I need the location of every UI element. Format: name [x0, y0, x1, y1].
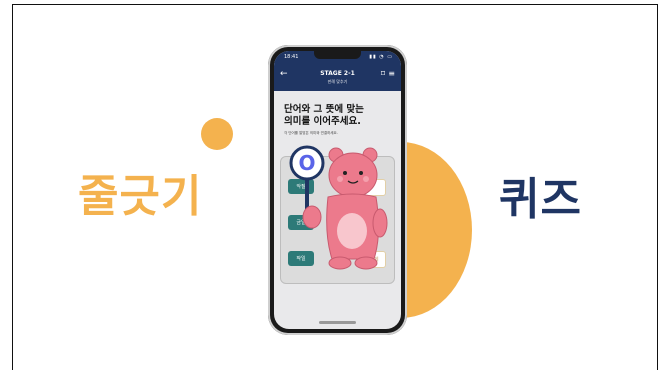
bear-arm-right — [372, 208, 388, 238]
bear-cheek-left — [337, 176, 343, 182]
question-line-1: 단어와 그 뜻에 맞는 — [284, 104, 364, 115]
bear-cheek-right — [363, 176, 369, 182]
bear-head — [328, 152, 378, 198]
bear-belly — [337, 213, 367, 249]
headline-right-word: 퀴즈 — [499, 174, 582, 225]
status-time: 18:41 — [284, 54, 299, 60]
bear-eye-right — [359, 171, 363, 175]
bear-foot-left — [328, 256, 352, 270]
bear-foot-right — [354, 256, 378, 270]
app-header: ← STAGE 2-1 판례 맞추기 ⌑ ≡ — [274, 63, 401, 91]
menu-icon[interactable]: ≡ — [388, 69, 395, 78]
question-text: 단어와 그 뜻에 맞는 의미를 이어주세요. — [284, 104, 396, 128]
sign-o-mark: O — [298, 151, 315, 175]
app-subtitle: 판례 맞추기 — [327, 79, 348, 84]
phone-mockup: 18:41 ▮▮ ◔ ▭ ← STAGE 2-1 판례 맞추기 ⌑ ≡ 단어와 … — [268, 45, 407, 335]
phone-notch — [314, 51, 361, 59]
home-indicator[interactable] — [319, 321, 356, 324]
question-line-2: 의미를 이어주세요. — [284, 116, 361, 127]
status-icons: ▮▮ ◔ ▭ — [369, 54, 393, 60]
bear-eye-left — [343, 171, 347, 175]
decorative-dot — [201, 118, 233, 150]
phone-screen: 18:41 ▮▮ ◔ ▭ ← STAGE 2-1 판례 맞추기 ⌑ ≡ 단어와 … — [274, 51, 401, 329]
bear-arm-left — [302, 205, 322, 229]
headline-left-word: 줄긋기 — [78, 171, 203, 222]
question-hint: 각 단어를 알맞은 의미와 연결하세요. — [284, 131, 338, 135]
bookmark-icon[interactable]: ⌑ — [381, 69, 385, 78]
bear-mascot-illustration: O — [289, 145, 388, 270]
